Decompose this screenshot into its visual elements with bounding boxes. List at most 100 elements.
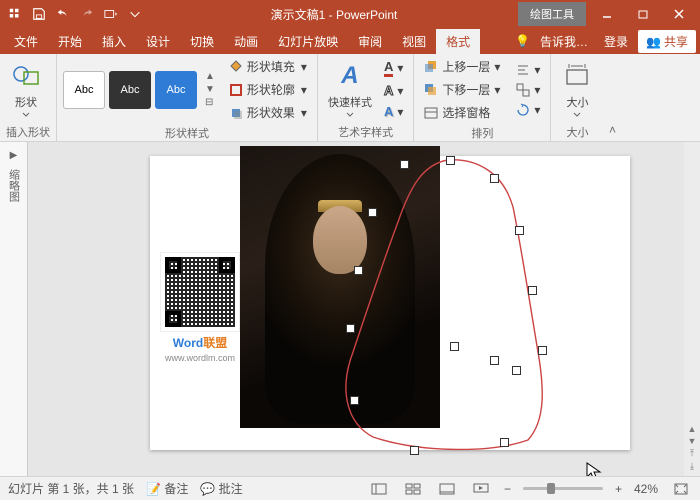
group-button[interactable]: ▾ (512, 81, 544, 99)
edit-point-handle[interactable] (410, 446, 419, 455)
tell-me-search[interactable]: 告诉我… (534, 33, 594, 50)
edit-point-handle[interactable] (368, 208, 377, 217)
window-controls (586, 0, 700, 28)
selection-pane-button[interactable]: 选择窗格 (420, 102, 504, 123)
text-fill-button[interactable]: A▾ (380, 57, 407, 79)
contextual-tab-label: 绘图工具 (518, 2, 586, 26)
tab-animations[interactable]: 动画 (224, 29, 268, 54)
ribbon-tabs: 文件 开始 插入 设计 切换 动画 幻灯片放映 审阅 视图 格式 💡 告诉我… … (0, 28, 700, 54)
tab-design[interactable]: 设计 (136, 29, 180, 54)
fit-to-window-icon[interactable] (670, 480, 692, 498)
title-bar: 演示文稿1 - PowerPoint 绘图工具 (0, 0, 700, 28)
gallery-expand-icon[interactable]: ⊟ (205, 97, 215, 108)
normal-view-icon[interactable] (368, 480, 390, 498)
edit-point-handle[interactable] (515, 226, 524, 235)
zoom-in-button[interactable]: + (615, 482, 622, 496)
edit-point-handle[interactable] (512, 366, 521, 375)
slide-counter: 幻灯片 第 1 张，共 1 张 (8, 480, 134, 497)
zoom-out-button[interactable]: − (504, 482, 511, 496)
edit-point-handle[interactable] (450, 342, 459, 351)
ribbon-group-size: 大小 大小 (551, 54, 603, 141)
zoom-slider[interactable] (523, 487, 603, 490)
edit-point-handle[interactable] (528, 286, 537, 295)
comments-button[interactable]: 💬 批注 (200, 480, 242, 497)
collapse-ribbon-icon[interactable]: ˄ (609, 123, 616, 137)
tab-review[interactable]: 审阅 (348, 29, 392, 54)
expand-thumbnails-icon[interactable]: ▶ (10, 150, 18, 161)
restore-button[interactable] (626, 0, 660, 28)
tab-file[interactable]: 文件 (4, 29, 48, 54)
slide[interactable]: Word联盟 www.wordlm.com (150, 156, 630, 450)
qr-code-image (160, 252, 240, 332)
close-button[interactable] (662, 0, 696, 28)
size-button[interactable]: 大小 (557, 56, 597, 122)
minimize-button[interactable] (590, 0, 624, 28)
status-bar: 幻灯片 第 1 张，共 1 张 📝 备注 💬 批注 − + 42% (0, 476, 700, 500)
send-backward-button[interactable]: 下移一层▾ (420, 79, 504, 100)
scroll-down-icon[interactable]: ▼ (688, 436, 697, 446)
rotate-button[interactable]: ▾ (512, 101, 544, 119)
slide-canvas-area[interactable]: Word联盟 www.wordlm.com (28, 142, 700, 476)
next-slide-icon[interactable]: ⤓ (690, 461, 694, 472)
chevron-down-icon (346, 112, 354, 118)
save-icon[interactable] (28, 3, 50, 25)
mouse-cursor-icon (586, 462, 602, 476)
edit-point-handle[interactable] (538, 346, 547, 355)
share-icon: 👥 (646, 35, 661, 49)
edit-point-handle[interactable] (400, 160, 409, 169)
shape-fill-button[interactable]: 形状填充▾ (225, 56, 311, 77)
chevron-down-icon (573, 112, 581, 118)
qr-url-label: www.wordlm.com (165, 353, 235, 363)
redo-icon[interactable] (76, 3, 98, 25)
scroll-up-icon[interactable]: ▲ (688, 424, 697, 434)
slide-image[interactable] (240, 146, 440, 428)
edit-point-handle[interactable] (446, 156, 455, 165)
text-effects-button[interactable]: A▾ (380, 102, 407, 121)
slide-sorter-view-icon[interactable] (402, 480, 424, 498)
shapes-gallery-button[interactable]: 形状 (6, 56, 46, 122)
text-outline-button[interactable]: A▾ (380, 81, 407, 100)
vertical-scrollbar[interactable]: ▲ ▼ ⤒ ⤓ (684, 142, 700, 476)
document-title: 演示文稿1 - PowerPoint (150, 6, 518, 23)
shape-effects-button[interactable]: 形状效果▾ (225, 102, 311, 123)
tab-slideshow[interactable]: 幻灯片放映 (268, 29, 348, 54)
gallery-more-icon[interactable]: ▼ (205, 84, 215, 95)
ribbon-group-arrange: 上移一层▾ 下移一层▾ 选择窗格 ▾ ▾ ▾ 排列 (414, 54, 551, 141)
sign-in-link[interactable]: 登录 (598, 33, 634, 50)
edit-point-handle[interactable] (346, 324, 355, 333)
ribbon-group-insert-shape: 形状 插入形状 (0, 54, 57, 141)
notes-button[interactable]: 📝 备注 (146, 480, 188, 497)
edit-point-handle[interactable] (500, 438, 509, 447)
tab-insert[interactable]: 插入 (92, 29, 136, 54)
edit-point-handle[interactable] (350, 396, 359, 405)
shape-style-preset-1[interactable]: Abc (63, 71, 105, 109)
shape-style-preset-2[interactable]: Abc (109, 71, 151, 109)
edit-point-handle[interactable] (490, 174, 499, 183)
qr-code-block: Word联盟 www.wordlm.com (154, 252, 246, 363)
qat-customize-icon[interactable] (124, 3, 146, 25)
shape-outline-button[interactable]: 形状轮廓▾ (225, 79, 311, 100)
ribbon-group-shape-styles: Abc Abc Abc ▲ ▼ ⊟ 形状填充▾ 形状轮廓▾ 形状效果▾ 形状样式 (57, 54, 318, 141)
bring-forward-button[interactable]: 上移一层▾ (420, 56, 504, 77)
workspace: ▶ 缩略图 Word联盟 www.wordlm.com (0, 142, 700, 476)
edit-point-handle[interactable] (354, 266, 363, 275)
tab-transitions[interactable]: 切换 (180, 29, 224, 54)
reading-view-icon[interactable] (436, 480, 458, 498)
quick-styles-button[interactable]: A 快速样式 (324, 56, 376, 122)
tab-format[interactable]: 格式 (436, 29, 480, 54)
tab-home[interactable]: 开始 (48, 29, 92, 54)
chevron-down-icon (22, 112, 30, 118)
tab-view[interactable]: 视图 (392, 29, 436, 54)
undo-icon[interactable] (52, 3, 74, 25)
slideshow-view-icon[interactable] (470, 480, 492, 498)
align-button[interactable]: ▾ (512, 61, 544, 79)
start-from-beginning-icon[interactable] (100, 3, 122, 25)
prev-slide-icon[interactable]: ⤒ (690, 448, 694, 459)
gallery-more-icon[interactable]: ▲ (205, 71, 215, 82)
app-icon[interactable] (4, 3, 26, 25)
zoom-percentage[interactable]: 42% (634, 482, 658, 496)
share-button[interactable]: 👥 共享 (638, 30, 696, 53)
shape-style-preset-3[interactable]: Abc (155, 71, 197, 109)
edit-point-handle[interactable] (490, 356, 499, 365)
quick-access-toolbar (0, 3, 150, 25)
